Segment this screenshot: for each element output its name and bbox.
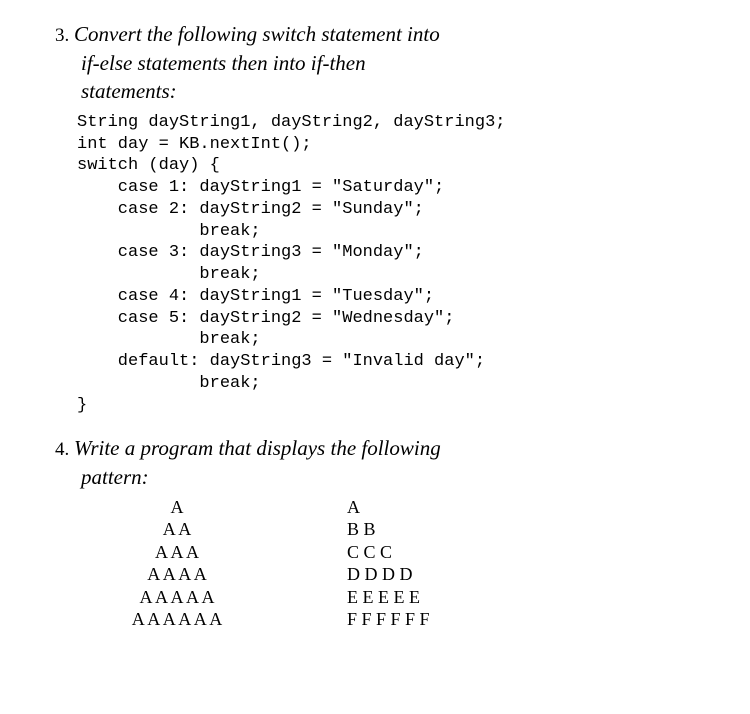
q4-prompt: 4. Write a program that displays the fol… xyxy=(81,434,710,463)
question-4: 4. Write a program that displays the fol… xyxy=(55,434,710,630)
pattern-left: A A A A A A A A A A A A A A A A A A A A … xyxy=(77,496,277,631)
q3-line3-wrap: statements: xyxy=(81,77,710,106)
pattern-output: A A A A A A A A A A A A A A A A A A A A … xyxy=(77,496,710,631)
q4-line2: pattern: xyxy=(81,465,149,489)
q3-prompt: 3. Convert the following switch statemen… xyxy=(81,20,710,49)
q3-line2-wrap: if-else statements then into if-then xyxy=(81,49,710,78)
q4-line2-wrap: pattern: xyxy=(81,463,710,492)
q3-code-block: String dayString1, dayString2, dayString… xyxy=(77,112,710,417)
q3-number: 3. xyxy=(55,25,69,46)
q3-line2: if-else statements then into if-then xyxy=(81,51,366,75)
q3-line3: statements: xyxy=(81,79,177,103)
pattern-right: A B B C C C D D D D E E E E E F F F F F … xyxy=(347,496,430,631)
q4-number: 4. xyxy=(55,439,69,460)
question-3: 3. Convert the following switch statemen… xyxy=(55,20,710,416)
q3-line1: Convert the following switch statement i… xyxy=(74,22,440,46)
q4-line1: Write a program that displays the follow… xyxy=(74,436,441,460)
